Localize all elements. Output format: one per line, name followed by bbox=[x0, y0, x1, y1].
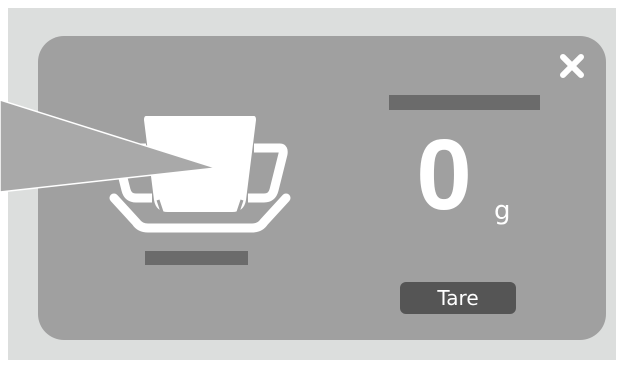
cup-label-placeholder-bar bbox=[145, 251, 248, 265]
pointer-beam bbox=[0, 100, 217, 193]
tare-button[interactable]: Tare bbox=[400, 282, 516, 314]
weight-value: 0 bbox=[416, 119, 472, 231]
close-button[interactable] bbox=[558, 52, 586, 80]
label-placeholder-bar bbox=[389, 95, 540, 110]
weight-unit: g bbox=[494, 196, 511, 226]
close-icon bbox=[560, 54, 584, 78]
